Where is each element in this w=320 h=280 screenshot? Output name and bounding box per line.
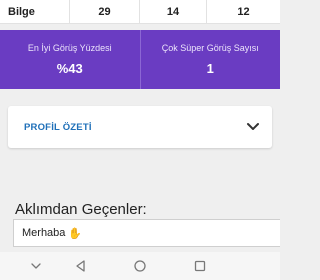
metrics-panel: En İyi Görüş Yüzdesi %43 Çok Süper Görüş… [0,30,280,89]
home-circle-icon[interactable] [132,258,148,274]
chevron-down-icon[interactable] [246,122,260,132]
back-triangle-icon[interactable] [73,258,89,274]
metric-best-view-percent: En İyi Görüş Yüzdesi %43 [0,30,141,89]
system-nav-bar [0,252,280,280]
chevron-down-icon[interactable] [28,258,44,274]
stats-value-3: 12 [237,5,250,18]
stats-value-1: 29 [70,0,140,23]
stats-value-2: 14 [140,0,207,23]
stats-row: Bilge 29 14 12 [0,0,280,24]
metric-value: 1 [206,61,214,76]
metric-label: En İyi Görüş Yüzdesi [27,43,112,53]
stats-name: Bilge [0,0,70,23]
metric-super-view-count: Çok Süper Görüş Sayısı 1 [141,30,281,89]
profile-summary-accordion[interactable]: PROFİL ÖZETİ [8,106,272,148]
recents-square-icon[interactable] [192,258,208,274]
metric-label: Çok Süper Görüş Sayısı [161,43,259,53]
thoughts-heading: Aklımdan Geçenler: [15,201,147,218]
thoughts-message-text: Merhaba [22,227,66,239]
thoughts-message-box[interactable]: Merhaba ✋ [13,219,280,247]
waving-hand-icon: ✋ [68,227,83,240]
metric-value: %43 [56,61,83,76]
profile-summary-title: PROFİL ÖZETİ [24,121,92,133]
